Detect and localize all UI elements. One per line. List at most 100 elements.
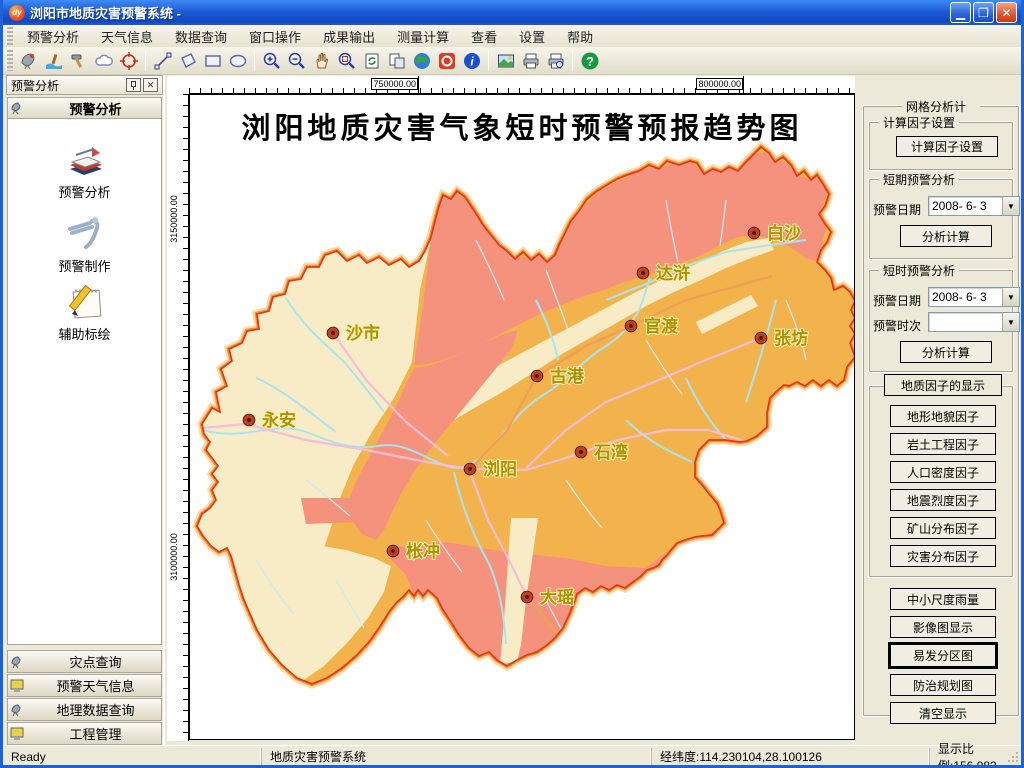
short-time-group-label: 短时预警分析 (879, 262, 959, 279)
rainfall-button[interactable]: 中小尺度雨量 (890, 588, 996, 610)
geotech-factor-button[interactable]: 岩土工程因子 (890, 433, 996, 455)
susceptibility-zoning-button[interactable]: 易发分区图 (889, 643, 997, 668)
menu-weather-info[interactable]: 天气信息 (90, 25, 164, 48)
zoom-window-icon[interactable] (334, 49, 359, 73)
tool-warning-analysis[interactable]: 预警分析 (8, 143, 161, 201)
liuyang-map[interactable]: 沙市 永安 达浒 白沙 官渡 张坊 古港 石湾 浏阳 枨冲 大瑶 (190, 95, 855, 740)
menu-measure-calc[interactable]: 测量计算 (386, 25, 460, 48)
minimize-button[interactable]: ▁ (950, 2, 971, 23)
left-panel-title: 预警分析 (11, 77, 124, 94)
svg-text:石湾: 石湾 (593, 442, 628, 462)
menu-view[interactable]: 查看 (460, 25, 508, 48)
chevron-down-icon[interactable]: ▼ (1002, 313, 1019, 331)
short-time-analyze-button[interactable]: 分析计算 (900, 341, 992, 363)
close-button[interactable]: ✕ (996, 2, 1017, 23)
print-icon[interactable] (518, 49, 543, 73)
svg-text:?: ? (586, 54, 594, 69)
seismic-factor-button[interactable]: 地震烈度因子 (890, 489, 996, 511)
stop-icon[interactable] (434, 49, 459, 73)
svg-text:浏阳: 浏阳 (483, 459, 517, 479)
menu-grip[interactable] (6, 27, 13, 45)
menu-result-output[interactable]: 成果输出 (312, 25, 386, 48)
image-display-button[interactable]: 影像图显示 (890, 616, 996, 638)
population-factor-button[interactable]: 人口密度因子 (890, 461, 996, 483)
tool-auxiliary-drawing[interactable]: 辅助标绘 (8, 281, 161, 343)
chevron-down-icon[interactable]: ▼ (1002, 288, 1019, 306)
refresh-page-icon[interactable] (359, 49, 384, 73)
window-title: 浏阳市地质灾害预警系统 - (30, 3, 948, 22)
zoom-out-icon[interactable] (284, 49, 309, 73)
svg-text:官渡: 官渡 (644, 316, 679, 336)
toolbar-grip[interactable] (6, 50, 13, 72)
menu-settings[interactable]: 设置 (508, 25, 556, 48)
polygon-tool-icon[interactable] (175, 49, 200, 73)
clear-display-button[interactable]: 清空显示 (890, 702, 996, 724)
globe-icon[interactable] (409, 49, 434, 73)
sidebar-item-project-management[interactable]: 工程管理 (7, 722, 162, 745)
resize-grip[interactable] (1007, 751, 1020, 764)
chevron-down-icon[interactable]: ▼ (1002, 197, 1019, 215)
ruler-top: 750000.00 800000.00 (189, 76, 855, 94)
print-preview-icon[interactable] (543, 49, 568, 73)
map-workspace: 750000.00 800000.00 3150000.00 3100000.0… (163, 75, 858, 745)
ruler-corner (167, 76, 189, 94)
svg-text:古港: 古港 (550, 366, 585, 386)
short-time-date-value: 2008- 6- 3 (929, 290, 1002, 304)
help-icon[interactable]: ? (577, 49, 602, 73)
monitor-mini-icon (8, 726, 30, 742)
tool-warning-making[interactable]: 预警制作 (8, 213, 161, 275)
status-bar: Ready 地质灾害预警系统 经纬度:114.230104,28.100126 … (3, 745, 1021, 768)
short-term-analyze-button[interactable]: 分析计算 (900, 225, 992, 247)
ellipse-tool-icon[interactable] (225, 49, 250, 73)
factor-setting-button[interactable]: 计算因子设置 (896, 136, 998, 157)
left-panel: 预警分析 预警分析 预警制作 辅助标绘 灾点查询 预警天气信息 (6, 95, 163, 745)
menu-help[interactable]: 帮助 (556, 25, 604, 48)
short-term-date-label: 预警日期 (873, 201, 921, 218)
prevention-plan-button[interactable]: 防治规划图 (890, 674, 996, 696)
monitor-mini-icon (8, 678, 30, 694)
zoom-in-icon[interactable] (259, 49, 284, 73)
ruler-left: 3150000.00 3100000.00 (167, 94, 189, 741)
close-panel-icon[interactable]: ✕ (143, 78, 158, 92)
title-bar[interactable]: dy 浏阳市地质灾害预警系统 - ▁ ❐ ✕ (3, 0, 1021, 25)
short-term-date-combo[interactable]: 2008- 6- 3 ▼ (928, 196, 1020, 216)
flood-tool-icon[interactable] (41, 49, 66, 73)
restore-button[interactable]: ❐ (973, 2, 994, 23)
mine-factor-button[interactable]: 矿山分布因子 (890, 517, 996, 539)
geo-factor-display-button[interactable]: 地质因子的显示 (884, 374, 1002, 396)
satellite-mini-icon (8, 654, 30, 670)
hammer-tool-icon[interactable] (66, 49, 91, 73)
right-panel: 网格分析计算 计算因子设置 计算因子设置 短期预警分析 预警日期 2008- 6… (858, 75, 1024, 745)
short-term-group: 短期预警分析 (868, 178, 1014, 260)
sidebar-item-weather-info[interactable]: 预警天气信息 (7, 674, 162, 697)
cloud-tool-icon[interactable] (91, 49, 116, 73)
svg-text:达浒: 达浒 (656, 263, 690, 283)
satellite-dish-icon[interactable] (16, 49, 41, 73)
app-window: dy 浏阳市地质灾害预警系统 - ▁ ❐ ✕ 预警分析 天气信息 数据查询 窗口… (0, 0, 1024, 768)
short-time-date-combo[interactable]: 2008- 6- 3 ▼ (928, 287, 1020, 307)
menu-bar: 预警分析 天气信息 数据查询 窗口操作 成果输出 测量计算 查看 设置 帮助 (3, 25, 1021, 47)
line-tool-icon[interactable] (150, 49, 175, 73)
menu-window-ops[interactable]: 窗口操作 (238, 25, 312, 48)
info-icon[interactable]: i (459, 49, 484, 73)
menu-warning-analysis[interactable]: 预警分析 (16, 25, 90, 48)
satellite-mini-icon (8, 702, 30, 718)
pan-hand-icon[interactable] (309, 49, 334, 73)
pin-icon[interactable] (126, 78, 141, 92)
warning-period-label: 预警时次 (873, 317, 921, 334)
copy-page-icon[interactable] (384, 49, 409, 73)
rectangle-tool-icon[interactable] (200, 49, 225, 73)
terrain-factor-button[interactable]: 地形地貌因子 (890, 405, 996, 427)
crosshair-tool-icon[interactable] (116, 49, 141, 73)
svg-text:大瑶: 大瑶 (540, 587, 574, 607)
map-page[interactable]: 浏阳地质灾害气象短时预警预报趋势图 (189, 94, 855, 740)
ruler-label-800000: 800000.00 (696, 78, 743, 90)
disaster-factor-button[interactable]: 灾害分布因子 (890, 545, 996, 567)
short-term-date-value: 2008- 6- 3 (929, 199, 1002, 213)
sidebar-item-disaster-query[interactable]: 灾点查询 (7, 650, 162, 673)
sidebar-item-geo-data-query[interactable]: 地理数据查询 (7, 698, 162, 721)
warning-period-combo[interactable]: ▼ (928, 312, 1020, 332)
svg-text:枨冲: 枨冲 (406, 541, 440, 561)
image-view-icon[interactable] (493, 49, 518, 73)
menu-data-query[interactable]: 数据查询 (164, 25, 238, 48)
